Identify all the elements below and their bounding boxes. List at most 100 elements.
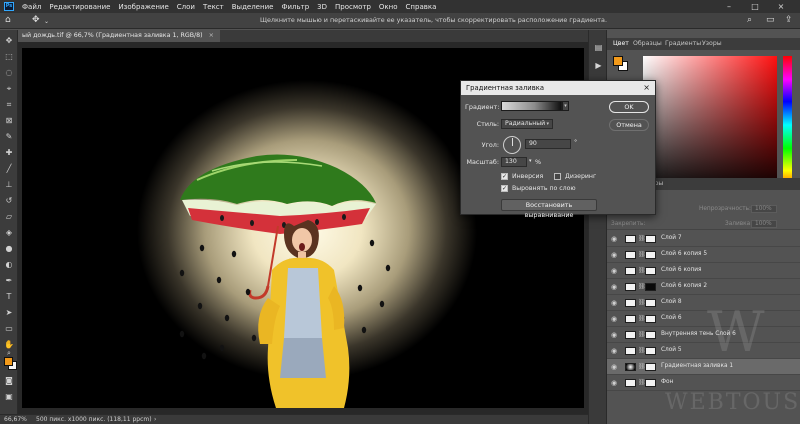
layer-mask-thumbnail[interactable] xyxy=(645,363,656,371)
menu-item[interactable]: Изображение xyxy=(114,3,172,11)
brush-icon[interactable]: ╱ xyxy=(4,164,14,174)
tab-patterns[interactable]: Узоры xyxy=(702,38,722,50)
layer-row[interactable]: ◉ ⛓ Внутренняя тень Слой 6 xyxy=(607,327,800,343)
tab-gradients[interactable]: Градиенты xyxy=(665,38,701,50)
inverse-checkbox[interactable]: ✓ xyxy=(501,173,508,180)
minimize-icon[interactable]: – xyxy=(718,0,740,13)
menu-item[interactable]: 3D xyxy=(313,3,331,11)
visibility-eye-icon[interactable]: ◉ xyxy=(610,235,618,243)
pen-icon[interactable]: ✒ xyxy=(4,276,14,286)
tab-swatches[interactable]: Образцы xyxy=(633,38,662,50)
layer-mask-thumbnail[interactable] xyxy=(645,379,656,387)
rectangle-icon[interactable]: ▭ xyxy=(4,324,14,334)
angle-dial[interactable] xyxy=(503,136,521,154)
play-actions-icon[interactable]: ▶ xyxy=(593,60,604,71)
dialog-close-icon[interactable]: × xyxy=(643,81,650,95)
eyedropper-icon[interactable]: ✎ xyxy=(4,132,14,142)
menu-item[interactable]: Просмотр xyxy=(331,3,375,11)
clone-stamp-icon[interactable]: ⊥ xyxy=(4,180,14,190)
history-brush-icon[interactable]: ↺ xyxy=(4,196,14,206)
visibility-eye-icon[interactable]: ◉ xyxy=(610,379,618,387)
visibility-eye-icon[interactable]: ◉ xyxy=(610,267,618,275)
align-with-layer-checkbox[interactable]: ✓ xyxy=(501,185,508,192)
layer-row[interactable]: ◉ ⛓ Слой 8 xyxy=(607,295,800,311)
color-foreground-swatch[interactable] xyxy=(613,56,623,66)
angle-input[interactable]: 90 xyxy=(525,139,571,149)
layer-row[interactable]: ◉ ⛓ Слой 6 копия 2 xyxy=(607,279,800,295)
layer-mask-thumbnail[interactable] xyxy=(645,331,656,339)
menu-item[interactable]: Справка xyxy=(402,3,441,11)
fill-input[interactable]: 100% xyxy=(751,220,777,228)
workspace-icon[interactable]: ▭ xyxy=(766,15,775,25)
maximize-icon[interactable]: □ xyxy=(744,0,766,13)
menu-item[interactable]: Слои xyxy=(173,3,199,11)
visibility-eye-icon[interactable]: ◉ xyxy=(610,347,618,355)
layer-row[interactable]: ◉ ⛓ Слой 7 xyxy=(607,231,800,247)
layer-row[interactable]: ◉ ⛓ Фон xyxy=(607,375,800,391)
blur-icon[interactable]: ● xyxy=(4,244,14,254)
dither-checkbox[interactable] xyxy=(554,173,561,180)
foreground-color-swatch[interactable] xyxy=(4,357,13,366)
share-icon[interactable]: ⇪ xyxy=(785,15,793,25)
search-icon[interactable]: ⌕ xyxy=(747,15,752,25)
move-tool-icon[interactable]: ✥ xyxy=(32,15,40,25)
paint-bucket-icon[interactable]: ◈ xyxy=(4,228,14,238)
gradient-dropdown-icon[interactable]: ▾ xyxy=(562,101,569,111)
visibility-eye-icon[interactable]: ◉ xyxy=(610,331,618,339)
style-select[interactable]: Радиальный ▾ xyxy=(501,119,553,129)
path-select-icon[interactable]: ➤ xyxy=(4,308,14,318)
quick-select-icon[interactable]: ⌖ xyxy=(4,84,14,94)
dodge-icon[interactable]: ◐ xyxy=(4,260,14,270)
crop-icon[interactable]: ⌗ xyxy=(4,100,14,110)
dialog-title-bar[interactable]: Градиентная заливка × xyxy=(461,81,655,95)
move-tool-icon[interactable]: ✥ xyxy=(4,36,14,46)
photoshop-logo[interactable]: Ps xyxy=(0,0,18,13)
layer-mask-thumbnail[interactable] xyxy=(645,347,656,355)
menu-item[interactable]: Редактирование xyxy=(45,3,114,11)
tab-color[interactable]: Цвет xyxy=(613,38,629,50)
menu-item[interactable]: Файл xyxy=(18,3,45,11)
layer-row[interactable]: ◉ ⛓ Слой 6 xyxy=(607,311,800,327)
lasso-icon[interactable]: ◌ xyxy=(4,68,14,78)
layer-row[interactable]: ◉ ⛓ Слой 6 копия 5 xyxy=(607,247,800,263)
gradient-preview[interactable] xyxy=(501,101,562,111)
visibility-eye-icon[interactable]: ◉ xyxy=(610,299,618,307)
document-tab[interactable]: ый дождь.tif @ 66,7% (Градиентная заливк… xyxy=(18,30,220,42)
menu-item[interactable]: Фильтр xyxy=(277,3,313,11)
close-tab-icon[interactable]: × xyxy=(209,32,214,39)
layer-mask-thumbnail[interactable] xyxy=(645,315,656,323)
visibility-eye-icon[interactable]: ◉ xyxy=(610,251,618,259)
eraser-icon[interactable]: ▱ xyxy=(4,212,14,222)
layer-row[interactable]: ◉ ⛓ Градиентная заливка 1 xyxy=(607,359,800,375)
artboard-icon[interactable]: ⬚ xyxy=(4,52,14,62)
menu-item[interactable]: Выделение xyxy=(228,3,278,11)
zoom-level[interactable]: 66,67% xyxy=(4,415,27,424)
history-icon[interactable]: ▤ xyxy=(593,42,604,53)
type-tool-icon[interactable]: T xyxy=(4,292,14,302)
layer-row[interactable]: ◉ ⛓ Слой 5 xyxy=(607,343,800,359)
scale-dropdown-icon[interactable]: ▾ xyxy=(529,158,532,164)
menu-item[interactable]: Окно xyxy=(375,3,402,11)
cancel-button[interactable]: Отмена xyxy=(609,119,649,131)
reset-alignment-button[interactable]: Восстановить выравнивание xyxy=(501,199,597,219)
ok-button[interactable]: OK xyxy=(609,101,649,113)
visibility-eye-icon[interactable]: ◉ xyxy=(610,315,618,323)
quick-mask-icon[interactable]: ◙ xyxy=(4,376,14,386)
layer-mask-thumbnail[interactable] xyxy=(645,299,656,307)
hue-slider[interactable] xyxy=(783,56,792,194)
healing-brush-icon[interactable]: ✚ xyxy=(4,148,14,158)
layer-mask-thumbnail[interactable] xyxy=(645,283,656,291)
layer-row[interactable]: ◉ ⛓ Слой 6 копия xyxy=(607,263,800,279)
screen-mode-icon[interactable]: ▣ xyxy=(4,392,14,402)
visibility-eye-icon[interactable]: ◉ xyxy=(610,283,618,291)
color-picker-field[interactable] xyxy=(643,56,777,194)
close-window-icon[interactable]: × xyxy=(770,0,792,13)
menu-item[interactable]: Текст xyxy=(199,3,228,11)
home-icon[interactable]: ⌂ xyxy=(5,15,11,25)
layer-mask-thumbnail[interactable] xyxy=(645,235,656,243)
layer-mask-thumbnail[interactable] xyxy=(645,251,656,259)
frame-icon[interactable]: ⊠ xyxy=(4,116,14,126)
visibility-eye-icon[interactable]: ◉ xyxy=(610,363,618,371)
status-menu-chevron[interactable]: › xyxy=(154,415,156,424)
layer-mask-thumbnail[interactable] xyxy=(645,267,656,275)
